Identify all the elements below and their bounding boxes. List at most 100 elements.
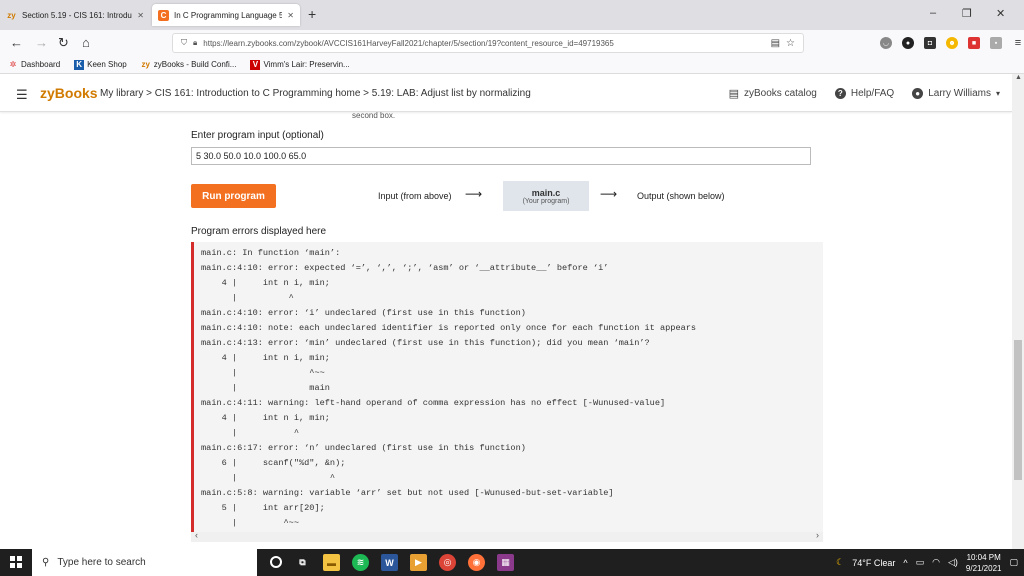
scrollbar-thumb[interactable] [1014, 340, 1022, 480]
scroll-up-icon[interactable]: ▲ [1015, 74, 1022, 81]
chegg-favicon-icon: C [158, 9, 169, 21]
search-placeholder: Type here to search [57, 557, 146, 568]
program-errors-label: Program errors displayed here [191, 226, 327, 237]
extension-red-icon[interactable]: ■ [968, 37, 980, 49]
main-c-title: main.c [531, 187, 561, 198]
catalog-label: zyBooks catalog [744, 88, 817, 99]
notification-icon[interactable]: ▢ [1009, 557, 1018, 568]
bookmark-label: Dashboard [21, 60, 61, 69]
extensions-puzzle-icon[interactable]: ▪ [990, 37, 1002, 49]
bookmark-vimms-lair[interactable]: V Vimm's Lair: Preservin... [250, 59, 350, 70]
windows-start-icon[interactable] [10, 556, 22, 568]
close-icon[interactable]: ✕ [137, 11, 144, 20]
new-tab-button[interactable]: + [308, 6, 316, 22]
scroll-right-icon[interactable]: › [816, 530, 819, 540]
weather-icon[interactable]: ☾ [836, 557, 844, 568]
tab-label: Section 5.19 - CIS 161: Introducti [22, 10, 133, 20]
tab-c-programming[interactable]: C In C Programming Language 5. ✕ [152, 4, 300, 26]
browser-navbar: ← → ↻ ⌂ ⛉ 🔒︎ https://learn.zybooks.com/z… [0, 30, 1024, 56]
clock-date: 9/21/2021 [965, 563, 1002, 573]
task-view-icon[interactable]: ⧉ [294, 554, 311, 571]
word-icon[interactable]: W [381, 554, 398, 571]
help-icon: ? [834, 88, 846, 99]
wifi-icon[interactable]: ◠ [932, 557, 940, 568]
chrome-icon[interactable]: ◎ [439, 554, 456, 571]
program-input-field[interactable] [191, 147, 811, 165]
winrar-icon[interactable]: ▦ [497, 554, 514, 571]
file-explorer-icon[interactable]: ▬ [323, 554, 340, 571]
volume-icon[interactable]: ◁) [948, 557, 958, 568]
help-label: Help/FAQ [850, 88, 895, 99]
hamburger-menu-icon[interactable]: ☰ [16, 87, 28, 103]
run-program-button[interactable]: Run program [191, 184, 276, 208]
zybooks-catalog-link[interactable]: ▤ zyBooks catalog [729, 87, 817, 100]
user-avatar-icon: ● [912, 88, 924, 99]
lock-icon[interactable]: 🔒︎ [193, 38, 197, 48]
partial-text: second box. [352, 111, 396, 120]
app-arrow-icon[interactable]: ▶ [410, 554, 427, 571]
back-arrow-icon[interactable]: ← [10, 35, 23, 50]
menu-icon[interactable]: ≡ [1012, 37, 1024, 49]
input-from-above-label: Input (from above) [378, 191, 452, 201]
bookmark-label: Vimm's Lair: Preservin... [263, 60, 350, 69]
home-icon[interactable]: ⌂ [82, 35, 90, 50]
emoji-extension-icon[interactable]: ☻ [946, 37, 958, 49]
close-icon[interactable]: ✕ [287, 11, 294, 20]
main-c-subtitle: (Your program) [522, 197, 570, 205]
error-output-text: main.c: In function ‘main’: main.c:4:10:… [201, 248, 697, 528]
firefox-icon[interactable]: ◉ [468, 554, 485, 571]
bookmark-keen-shop[interactable]: K Keen Shop [74, 59, 127, 70]
tray-chevron-up-icon[interactable]: ^ [903, 558, 907, 568]
search-icon: ⚲ [42, 557, 50, 568]
taskbar-search[interactable]: ⚲ Type here to search [32, 549, 257, 576]
shield-icon[interactable]: ⛉ [181, 38, 187, 48]
extension-icon[interactable]: ◘ [924, 37, 936, 49]
bookmark-dashboard[interactable]: ✲ Dashboard [8, 60, 61, 70]
bookmark-label: Keen Shop [87, 60, 127, 69]
browser-tabstrip: zy Section 5.19 - CIS 161: Introducti ✕ … [0, 0, 1024, 30]
zybooks-favicon-icon: zy [7, 10, 16, 20]
address-bar[interactable]: ⛉ 🔒︎ https://learn.zybooks.com/zybook/AV… [172, 33, 804, 53]
battery-icon[interactable]: ▭ [916, 557, 925, 568]
help-faq-link[interactable]: ? Help/FAQ [834, 88, 895, 99]
error-box-horizontal-scrollbar[interactable]: ‹ › [191, 530, 823, 542]
bookmark-label: zyBooks - Build Confi... [153, 60, 237, 69]
keen-icon: K [74, 59, 85, 70]
dashboard-icon: ✲ [9, 60, 17, 69]
minimize-button[interactable]: – [930, 7, 936, 19]
page-scrollbar[interactable]: ▲ [1012, 74, 1024, 549]
vimm-icon: V [250, 59, 261, 70]
bookmark-zybooks[interactable]: zy zyBooks - Build Confi... [141, 60, 237, 70]
tab-label: In C Programming Language 5. [174, 10, 283, 20]
arrow-right-icon: ⟶ [600, 187, 618, 201]
cortana-icon[interactable] [270, 556, 282, 568]
arrow-right-icon: ⟶ [465, 187, 483, 201]
tab-zybooks-section[interactable]: zy Section 5.19 - CIS 161: Introducti ✕ [0, 4, 150, 26]
user-name: Larry Williams [928, 88, 991, 99]
bookmark-star-icon[interactable]: ☆ [786, 38, 795, 49]
clock-time: 10:04 PM [966, 552, 1001, 562]
chevron-down-icon: ▾ [995, 89, 1000, 98]
account-icon[interactable]: ● [902, 37, 914, 49]
catalog-book-icon: ▤ [728, 88, 740, 100]
close-window-button[interactable]: ✕ [996, 7, 1005, 20]
scroll-left-icon[interactable]: ‹ [195, 530, 198, 540]
zybooks-icon: zy [141, 60, 150, 69]
system-clock[interactable]: 10:04 PM 9/21/2021 [966, 552, 1002, 574]
main-c-box: main.c (Your program) [503, 181, 589, 211]
reader-view-icon[interactable]: ▤ [771, 38, 780, 49]
user-menu[interactable]: ● Larry Williams ▾ [912, 88, 1000, 99]
restore-button[interactable]: ❐ [962, 7, 972, 20]
bookmarks-bar: ✲ Dashboard K Keen Shop zy zyBooks - Bui… [0, 56, 1024, 74]
windows-taskbar: ⚲ Type here to search ⧉ ▬ ≋ W ▶ ◎ ◉ ▦ ☾ … [0, 549, 1024, 576]
weather-text[interactable]: 74°F Clear [852, 558, 895, 568]
zybooks-logo[interactable]: zyBooks [40, 85, 98, 101]
reload-icon[interactable]: ↻ [58, 35, 69, 51]
url-text: https://learn.zybooks.com/zybook/AVCCIS1… [203, 38, 614, 48]
forward-arrow-icon[interactable]: → [35, 35, 48, 50]
zybooks-header: ☰ zyBooks My library > CIS 161: Introduc… [0, 74, 1012, 112]
breadcrumb[interactable]: My library > CIS 161: Introduction to C … [100, 88, 531, 99]
output-shown-below-label: Output (shown below) [637, 191, 725, 201]
pocket-icon[interactable]: ◡ [880, 37, 892, 49]
spotify-icon[interactable]: ≋ [352, 554, 369, 571]
